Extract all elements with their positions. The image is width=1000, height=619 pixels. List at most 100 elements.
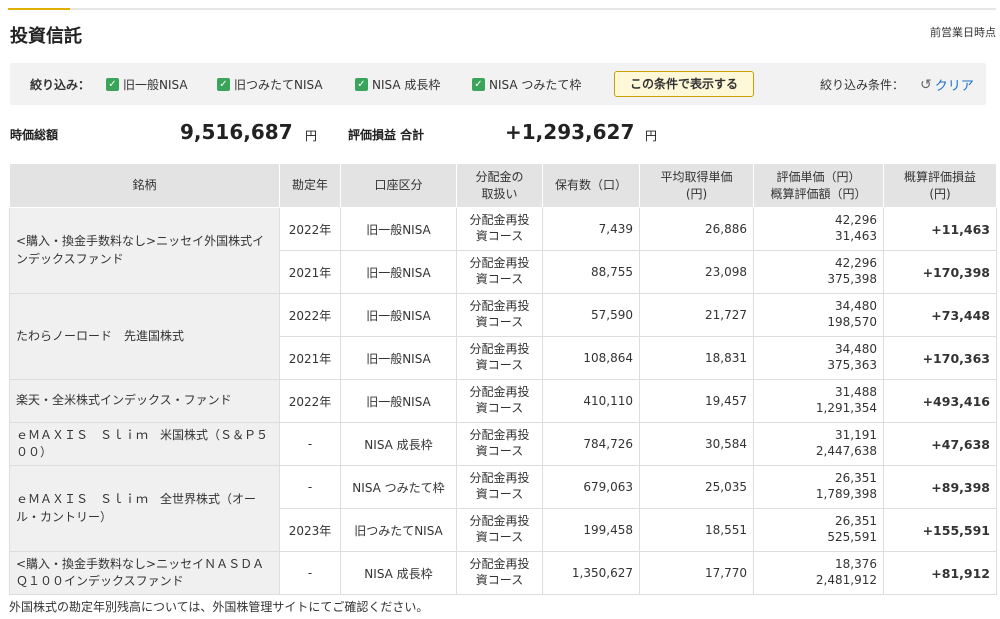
filter-option-label: NISA 成長枠 bbox=[372, 78, 441, 92]
account-year: 2022年 bbox=[279, 207, 341, 251]
filter-checkbox-nisa-growth[interactable]: ✓ NISA 成長枠 bbox=[355, 76, 440, 93]
valuation: 26,351 1,789,398 bbox=[753, 465, 884, 509]
account-year: - bbox=[279, 551, 341, 595]
header-gain[interactable]: 概算評価損益 (円) bbox=[883, 163, 997, 208]
avg-cost: 26,886 bbox=[639, 207, 754, 251]
header-line: 概算評価損益 bbox=[903, 170, 976, 185]
apply-filter-button[interactable]: この条件で表示する bbox=[614, 71, 754, 97]
header-avg-cost[interactable]: 平均取得単価 (円) bbox=[639, 163, 754, 208]
filter-checkbox-nisa-tsumitate[interactable]: ✓ NISA つみたて枠 bbox=[472, 76, 581, 93]
distribution-course: 分配金再投 資コース bbox=[456, 379, 543, 423]
avg-cost: 17,770 bbox=[639, 551, 754, 595]
table-row: ｅＭＡＸＩＳ Ｓｌｉｍ 全世界株式（オール・カントリー） - NISA つみたて… bbox=[9, 465, 997, 552]
account-type: NISA つみたて枠 bbox=[340, 465, 457, 509]
checkbox-checked-icon[interactable]: ✓ bbox=[106, 78, 119, 91]
market-value-unit: 円 bbox=[305, 129, 318, 143]
header-year[interactable]: 勘定年 bbox=[279, 163, 341, 208]
unrealized-gain: +73,448 bbox=[883, 293, 997, 337]
pl-value: +1,293,627 bbox=[505, 120, 635, 144]
quantity: 57,590 bbox=[542, 293, 640, 337]
account-type: NISA 成長枠 bbox=[340, 422, 457, 466]
market-value: 1,789,398 bbox=[815, 487, 877, 501]
valuation: 31,191 2,447,638 bbox=[753, 422, 884, 466]
valuation: 26,351 525,591 bbox=[753, 508, 884, 552]
cell-line: 資コース bbox=[475, 358, 524, 372]
quantity: 784,726 bbox=[542, 422, 640, 466]
as-of-label: 前営業日時点 bbox=[930, 26, 996, 39]
fund-name[interactable]: 楽天・全米株式インデックス・ファンド bbox=[9, 379, 280, 423]
cell-line: 資コース bbox=[475, 487, 524, 501]
header-line: (円) bbox=[929, 186, 951, 201]
valuation: 18,376 2,481,912 bbox=[753, 551, 884, 595]
quantity: 410,110 bbox=[542, 379, 640, 423]
fund-name[interactable]: <購入・換金手数料なし>ニッセイ外国株式インデックスファンド bbox=[9, 207, 280, 294]
account-year: 2023年 bbox=[279, 508, 341, 552]
filter-option-label: NISA つみたて枠 bbox=[489, 78, 582, 92]
header-distribution[interactable]: 分配金の 取扱い bbox=[456, 163, 543, 208]
header-account[interactable]: 口座区分 bbox=[340, 163, 457, 208]
unit-price: 31,191 bbox=[835, 428, 877, 443]
avg-cost: 30,584 bbox=[639, 422, 754, 466]
valuation: 34,480 375,363 bbox=[753, 336, 884, 380]
filter-label: 絞り込み： bbox=[30, 78, 91, 92]
market-value-label: 時価総額 bbox=[10, 128, 59, 142]
header-name[interactable]: 銘柄 bbox=[9, 163, 280, 208]
holdings-table: 銘柄 勘定年 口座区分 分配金の 取扱い 保有数（口） 平均取得単価 (円) 評価単… bbox=[9, 163, 997, 595]
table-row: 楽天・全米株式インデックス・ファンド 2022年 旧一般NISA 分配金再投 資コ… bbox=[9, 379, 997, 423]
unrealized-gain: +493,416 bbox=[883, 379, 997, 423]
market-value: 375,398 bbox=[827, 272, 877, 286]
fund-name[interactable]: たわらノーロード 先進国株式 bbox=[9, 293, 280, 380]
fund-name[interactable]: ｅＭＡＸＩＳ Ｓｌｉｍ 全世界株式（オール・カントリー） bbox=[9, 465, 280, 552]
header-line: (円) bbox=[685, 186, 708, 201]
unit-price: 26,351 bbox=[835, 514, 877, 529]
filter-checkbox-old-tsumitate-nisa[interactable]: ✓ 旧つみたてNISA bbox=[217, 76, 323, 93]
unrealized-gain: +47,638 bbox=[883, 422, 997, 466]
filter-option-label: 旧つみたてNISA bbox=[234, 78, 323, 92]
filter-checkbox-old-general-nisa[interactable]: ✓ 旧一般NISA bbox=[106, 76, 188, 93]
filter-bar: 絞り込み： ✓ 旧一般NISA ✓ 旧つみたてNISA ✓ NISA 成長枠 ✓… bbox=[10, 63, 986, 105]
valuation: 42,296 31,463 bbox=[753, 207, 884, 251]
account-type: 旧つみたてNISA bbox=[340, 508, 457, 552]
checkbox-checked-icon[interactable]: ✓ bbox=[355, 78, 368, 91]
avg-cost: 21,727 bbox=[639, 293, 754, 337]
header-quantity[interactable]: 保有数（口） bbox=[542, 163, 640, 208]
distribution-course: 分配金再投 資コース bbox=[456, 508, 543, 552]
cell-line: 分配金再投 bbox=[469, 342, 530, 357]
market-value: 9,516,687 bbox=[180, 120, 293, 144]
cell-line: 分配金再投 bbox=[469, 471, 530, 486]
distribution-course: 分配金再投 資コース bbox=[456, 422, 543, 466]
market-value: 375,363 bbox=[827, 358, 877, 372]
cell-line: 分配金再投 bbox=[469, 256, 530, 271]
unrealized-gain: +170,363 bbox=[883, 336, 997, 380]
avg-cost: 23,098 bbox=[639, 250, 754, 294]
table-row: たわらノーロード 先進国株式 2022年 旧一般NISA 分配金再投 資コース 5… bbox=[9, 293, 997, 380]
account-year: - bbox=[279, 422, 341, 466]
fund-name[interactable]: ｅＭＡＸＩＳ Ｓｌｉｍ 米国株式（Ｓ＆Ｐ５００） bbox=[9, 422, 280, 466]
checkbox-checked-icon[interactable]: ✓ bbox=[472, 78, 485, 91]
unit-price: 42,296 bbox=[835, 213, 877, 228]
unit-price: 31,488 bbox=[835, 385, 877, 400]
market-value: 2,447,638 bbox=[815, 444, 877, 458]
account-year: - bbox=[279, 465, 341, 509]
cell-line: 分配金再投 bbox=[469, 557, 530, 572]
pl-label: 評価損益 合計 bbox=[348, 128, 425, 142]
quantity: 7,439 bbox=[542, 207, 640, 251]
table-header-row: 銘柄 勘定年 口座区分 分配金の 取扱い 保有数（口） 平均取得単価 (円) 評価単… bbox=[9, 163, 997, 208]
market-value: 2,481,912 bbox=[815, 573, 877, 587]
clear-label: クリア bbox=[934, 79, 974, 94]
clear-filter-link[interactable]: ↺ クリア bbox=[920, 75, 974, 95]
avg-cost: 25,035 bbox=[639, 465, 754, 509]
header-valuation[interactable]: 評価単価（円） 概算評価額（円） bbox=[753, 163, 884, 208]
summary-row: 時価総額 9,516,687 円 評価損益 合計 +1,293,627 円 bbox=[0, 120, 1000, 146]
filter-option-label: 旧一般NISA bbox=[123, 78, 188, 92]
account-year: 2021年 bbox=[279, 250, 341, 294]
distribution-course: 分配金再投 資コース bbox=[456, 293, 543, 337]
fund-name[interactable]: <購入・換金手数料なし>ニッセイＮＡＳＤＡＱ１００インデックスファンド bbox=[9, 551, 280, 595]
account-type: 旧一般NISA bbox=[340, 336, 457, 380]
header-line: 平均取得単価 bbox=[660, 170, 733, 185]
filter-conditions-label: 絞り込み条件： bbox=[820, 78, 905, 92]
holdings-body: <購入・換金手数料なし>ニッセイ外国株式インデックスファンド 2022年 旧一般… bbox=[9, 207, 997, 595]
unit-price: 26,351 bbox=[835, 471, 877, 486]
checkbox-checked-icon[interactable]: ✓ bbox=[217, 78, 230, 91]
distribution-course: 分配金再投 資コース bbox=[456, 250, 543, 294]
